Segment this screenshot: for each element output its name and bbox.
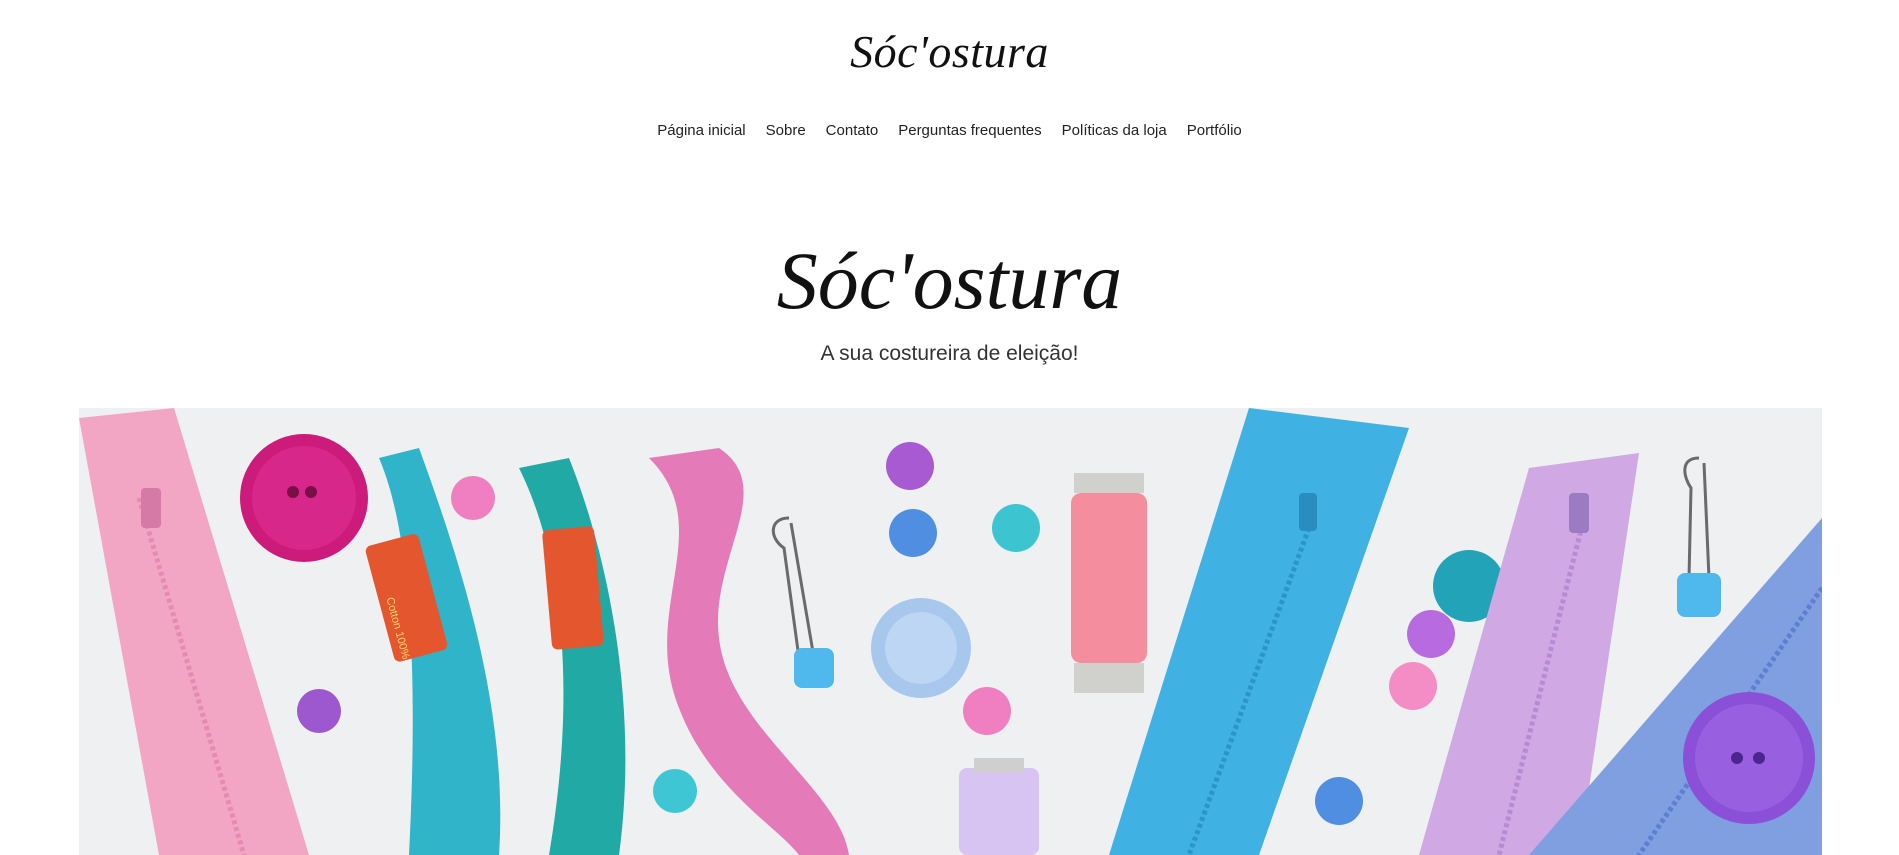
spool-lilac — [959, 758, 1039, 855]
button-purple-right — [1407, 610, 1455, 658]
button-pink-right — [1389, 662, 1437, 710]
nav-item-about[interactable]: Sobre — [756, 122, 816, 139]
button-magenta — [240, 434, 368, 562]
nav-item-faq[interactable]: Perguntas frequentes — [888, 122, 1051, 139]
nav-item-portfolio[interactable]: Portfólio — [1177, 122, 1252, 139]
nav-item-policies[interactable]: Políticas da loja — [1052, 122, 1177, 139]
button-blue — [889, 509, 937, 557]
hero-banner-image: Cotton 100% — [79, 408, 1822, 855]
button-blue-right — [1315, 777, 1363, 825]
spool-pink — [1071, 473, 1147, 693]
main-nav: Página inicial Sobre Contato Perguntas f… — [0, 122, 1899, 139]
button-teal — [992, 504, 1040, 552]
button-pink — [963, 687, 1011, 735]
button-teal-small — [653, 769, 697, 813]
button-purple-large — [1683, 692, 1815, 824]
nav-item-home[interactable]: Página inicial — [647, 122, 755, 139]
button-pink-small — [451, 476, 495, 520]
button-purple-small — [297, 689, 341, 733]
button-purple — [886, 442, 934, 490]
nav-item-contact[interactable]: Contato — [816, 122, 889, 139]
site-logo[interactable]: Sóc'ostura — [0, 25, 1899, 78]
hero-subtitle: A sua costureira de eleição! — [820, 342, 1079, 365]
button-light-blue-large — [871, 598, 971, 698]
hero-title: Sóc'ostura — [776, 235, 1123, 326]
